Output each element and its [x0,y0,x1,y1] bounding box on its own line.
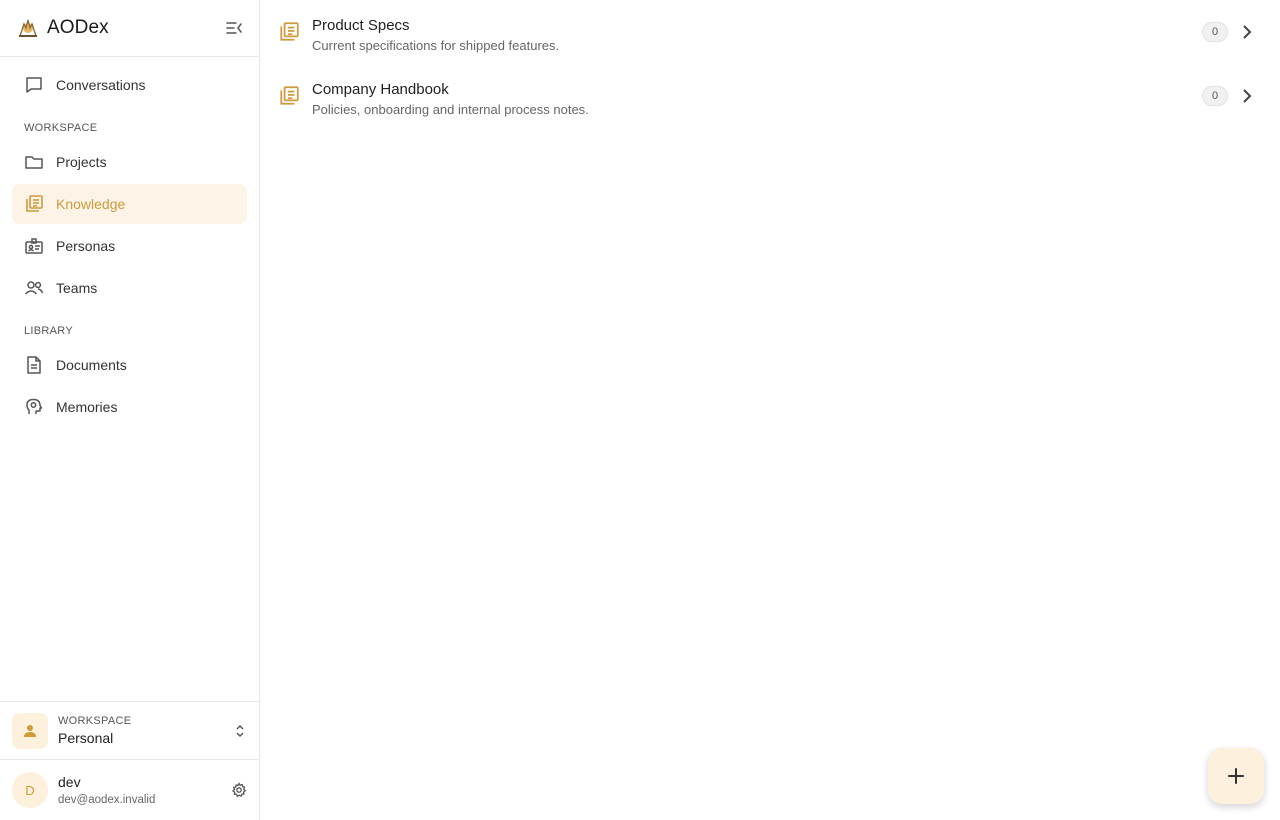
sidebar-item-teams[interactable]: Teams [12,268,247,308]
sidebar-item-label: Knowledge [56,196,126,212]
sidebar-item-projects[interactable]: Projects [12,142,247,182]
brand-header: AODex [0,0,259,57]
people-icon [24,278,44,298]
user-name: dev [58,774,81,790]
app-logo [19,19,37,37]
chevron-right-icon [1243,25,1252,39]
sidebar-item-label: Projects [56,154,107,170]
knowledge-title: Product Specs [312,17,410,34]
sidebar-item-label: Teams [56,280,98,296]
sidebar-item-personas[interactable]: Personas [12,226,247,266]
knowledge-description: Policies, onboarding and internal proces… [312,102,589,117]
sidebar-item-conversations[interactable]: Conversations [12,65,247,105]
list-item[interactable]: Product Specs Current specifications for… [260,0,1280,64]
sidebar-item-label: Personas [56,238,116,254]
gear-icon[interactable] [231,782,247,798]
sidebar-item-label: Memories [56,399,118,415]
knowledge-description: Current specifications for shipped featu… [312,38,560,53]
library-books-icon [280,86,299,105]
chat-bubble-icon [24,75,44,95]
sidebar-item-label: Conversations [56,77,146,93]
workspace-value: Personal [58,730,114,746]
person-icon [12,712,48,749]
unfold-icon [236,725,244,737]
add-knowledge-button[interactable] [1208,748,1264,804]
plus-icon [1228,768,1244,784]
workspace-label: WORKSPACE [58,715,132,727]
badge-icon [24,236,44,256]
library-books-icon [280,22,299,41]
brain-head-icon [24,397,44,417]
knowledge-list: Product Specs Current specifications for… [260,0,1280,820]
chevron-right-icon [1243,89,1252,103]
app-name: AODex [47,17,109,38]
collapse-sidebar-icon[interactable] [225,19,243,37]
knowledge-title: Company Handbook [312,81,449,98]
sidebar-item-label: Documents [56,357,127,373]
folder-icon [24,152,44,172]
count-badge: 0 [1202,86,1228,106]
document-icon [24,355,44,375]
sidebar-item-knowledge[interactable]: Knowledge [12,184,247,224]
sidebar: AODex Conversations WORKSPACE Projects K… [0,0,260,820]
section-label-workspace: WORKSPACE [24,122,98,134]
sidebar-item-documents[interactable]: Documents [12,345,247,385]
user-email: dev@aodex.invalid [58,794,156,806]
sidebar-nav: Conversations WORKSPACE Projects Knowled… [0,57,259,701]
count-badge: 0 [1202,22,1228,42]
user-profile: D dev dev@aodex.invalid [0,759,259,820]
section-label-library: LIBRARY [24,325,73,337]
list-item[interactable]: Company Handbook Policies, onboarding an… [260,64,1280,128]
workspace-switcher[interactable]: WORKSPACE Personal [0,701,259,759]
library-books-icon [24,194,44,214]
sidebar-item-memories[interactable]: Memories [12,387,247,427]
avatar: D [12,772,48,808]
